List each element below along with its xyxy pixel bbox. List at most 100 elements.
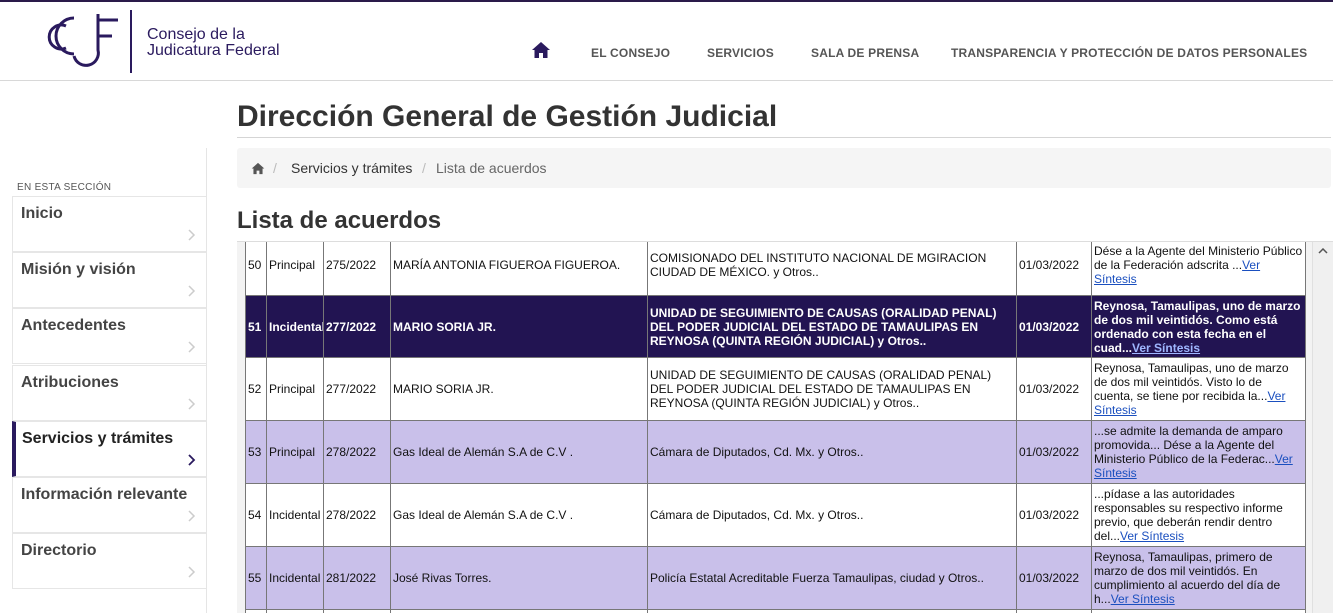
nav-transparencia[interactable]: TRANSPARENCIA Y PROTECCIÓN DE DATOS PERS… (951, 46, 1307, 60)
cell-number: 55 (245, 546, 267, 610)
cell-authority (647, 609, 1017, 613)
sidebar-item-label: Información relevante (21, 486, 188, 503)
cell-name: Gas Ideal de Alemán S.A de C.V . (390, 483, 648, 547)
ver-sintesis-link[interactable]: Ver Síntesis (1111, 592, 1175, 606)
table-row[interactable]: 53 Principal 278/2022 Gas Ideal de Alemán S… (245, 420, 1306, 484)
cell-authority: UNIDAD DE SEGUIMIENTO DE CAUSAS (ORALIDA… (647, 295, 1017, 358)
cell-number: 50 (245, 242, 267, 296)
sidebar-heading: EN ESTA SECCIÓN (17, 182, 112, 193)
cell-name: MARIO SORIA JR. (390, 295, 648, 358)
sidebar-item-label: Directorio (21, 542, 97, 559)
cell-type (266, 609, 324, 613)
table-row[interactable]: 51 Incidental 277/2022 MARIO SORIA JR. UNIDA… (245, 295, 1306, 358)
title-divider (237, 137, 1331, 138)
cell-authority: UNIDAD DE SEGUIMIENTO DE CAUSAS (ORALIDA… (647, 357, 1017, 421)
sidebar-item-label: Misión y visión (21, 261, 136, 278)
main-nav: EL CONSEJO SERVICIOS SALA DE PRENSA TRAN… (0, 2, 1333, 83)
cell-name: Gas Ideal de Alemán S.A de C.V . (390, 420, 648, 484)
section-title: Lista de acuerdos (237, 207, 442, 234)
sidebar-item-antecedentes[interactable]: Antecedentes (12, 308, 206, 364)
table-row[interactable]: 52 Principal 277/2022 MARIO SORIA JR. UNIDAD… (245, 357, 1306, 421)
sidebar-item-mision[interactable]: Misión y visión (12, 252, 206, 308)
breadcrumb-home-icon[interactable] (251, 162, 265, 175)
cell-date: 01/03/2022 (1016, 483, 1092, 547)
cell-date: 01/03/2022 (1016, 357, 1092, 421)
acuerdos-table-viewport[interactable]: 50 Principal 275/2022 MARÍA ANTONIA FIGUERO… (237, 242, 1312, 613)
cell-number: 53 (245, 420, 267, 484)
chevron-right-icon (188, 566, 196, 578)
table-row[interactable]: 54 Incidental 278/2022 Gas Ideal de Alemán … (245, 483, 1306, 547)
chevron-right-icon (188, 398, 196, 410)
chevron-right-icon (188, 510, 196, 522)
nav-sala-de-prensa[interactable]: SALA DE PRENSA (811, 46, 919, 60)
synopsis-text: Dése a la Agente del Ministerio Público … (1094, 243, 1303, 272)
sidebar-item-label: Inicio (21, 205, 63, 222)
cell-expediente: 281/2022 (323, 546, 391, 610)
sidebar-item-label: Atribuciones (21, 374, 119, 391)
cell-number: 54 (245, 483, 267, 547)
cell-number: 51 (245, 295, 267, 358)
breadcrumb-separator: / (273, 160, 277, 176)
ver-sintesis-link[interactable]: Ver Síntesis (1120, 529, 1184, 543)
acuerdos-table: 50 Principal 275/2022 MARÍA ANTONIA FIGUERO… (245, 242, 1306, 613)
cell-number (245, 609, 267, 613)
cell-authority: Cámara de Diputados, Cd. Mx. y Otros.. (647, 420, 1017, 484)
cell-expediente (323, 609, 391, 613)
cell-expediente: 277/2022 (323, 295, 391, 358)
breadcrumb-current: Lista de acuerdos (436, 160, 547, 176)
cell-synopsis: Reynosa, Tamaulipas, uno de marzo de dos… (1091, 357, 1306, 421)
table-row[interactable]: 50 Principal 275/2022 MARÍA ANTONIA FIGUERO… (245, 242, 1306, 296)
page-title: Dirección General de Gestión Judicial (237, 100, 778, 133)
sidebar-item-atribuciones[interactable]: Atribuciones (12, 365, 206, 421)
sidebar-item-inicio[interactable]: Inicio (12, 196, 206, 252)
table-row[interactable]: 55 Incidental 281/2022 José Rivas Torres. Po… (245, 546, 1306, 610)
cell-name: José Rivas Torres. (390, 546, 648, 610)
table-row[interactable]: Reynosa, Tamaulipas, primero de (245, 609, 1306, 613)
cell-expediente: 278/2022 (323, 483, 391, 547)
cell-date: 01/03/2022 (1016, 242, 1092, 296)
synopsis-text: ...se admite la demanda de amparo promov… (1094, 424, 1283, 466)
cell-type: Incidental (266, 483, 324, 547)
cell-date (1016, 609, 1092, 613)
cell-synopsis: Reynosa, Tamaulipas, primero de (1091, 609, 1306, 613)
chevron-right-icon (188, 285, 196, 297)
breadcrumb-separator: / (422, 160, 426, 176)
cell-type: Incidental (266, 295, 324, 358)
nav-servicios[interactable]: SERVICIOS (707, 46, 774, 60)
sidebar-item-directorio[interactable]: Directorio (12, 533, 206, 589)
cell-authority: Cámara de Diputados, Cd. Mx. y Otros.. (647, 483, 1017, 547)
cell-expediente: 278/2022 (323, 420, 391, 484)
cell-expediente: 275/2022 (323, 242, 391, 296)
breadcrumb-servicios[interactable]: Servicios y trámites (291, 160, 412, 176)
chevron-right-icon (188, 454, 196, 466)
sidebar-divider (206, 148, 207, 613)
breadcrumb: / Servicios y trámites / Lista de acuerd… (237, 148, 1331, 188)
cell-synopsis: Dése a la Agente del Ministerio Público … (1091, 242, 1306, 296)
ver-sintesis-link[interactable]: Ver Síntesis (1132, 341, 1200, 355)
table-scrollbar[interactable] (1312, 242, 1333, 613)
sidebar-item-servicios[interactable]: Servicios y trámites (12, 421, 206, 477)
cell-date: 01/03/2022 (1016, 420, 1092, 484)
nav-el-consejo[interactable]: EL CONSEJO (591, 46, 670, 60)
cell-synopsis: ...se admite la demanda de amparo promov… (1091, 420, 1306, 484)
cell-date: 01/03/2022 (1016, 295, 1092, 358)
acuerdos-table-frame: 50 Principal 275/2022 MARÍA ANTONIA FIGUERO… (237, 241, 1333, 613)
cell-name (390, 609, 648, 613)
chevron-right-icon (188, 229, 196, 241)
site-header: Consejo de la Judicatura Federal EL CONS… (0, 0, 1333, 81)
cell-date: 01/03/2022 (1016, 546, 1092, 610)
synopsis-text: Reynosa, Tamaulipas, uno de marzo de dos… (1094, 361, 1289, 403)
sidebar-item-informacion[interactable]: Información relevante (12, 477, 206, 533)
sidebar-item-label: Antecedentes (21, 317, 126, 334)
cell-type: Principal (266, 420, 324, 484)
sidebar-item-label: Servicios y trámites (22, 430, 174, 447)
cell-number: 52 (245, 357, 267, 421)
cell-type: Incidental (266, 546, 324, 610)
cell-type: Principal (266, 242, 324, 296)
home-icon[interactable] (531, 41, 551, 59)
scroll-up-arrow-icon[interactable] (1318, 248, 1328, 254)
cell-expediente: 277/2022 (323, 357, 391, 421)
chevron-right-icon (188, 341, 196, 353)
cell-name: MARÍA ANTONIA FIGUEROA FIGUEROA. (390, 242, 648, 296)
cell-synopsis: ...pídase a las autoridades responsables… (1091, 483, 1306, 547)
